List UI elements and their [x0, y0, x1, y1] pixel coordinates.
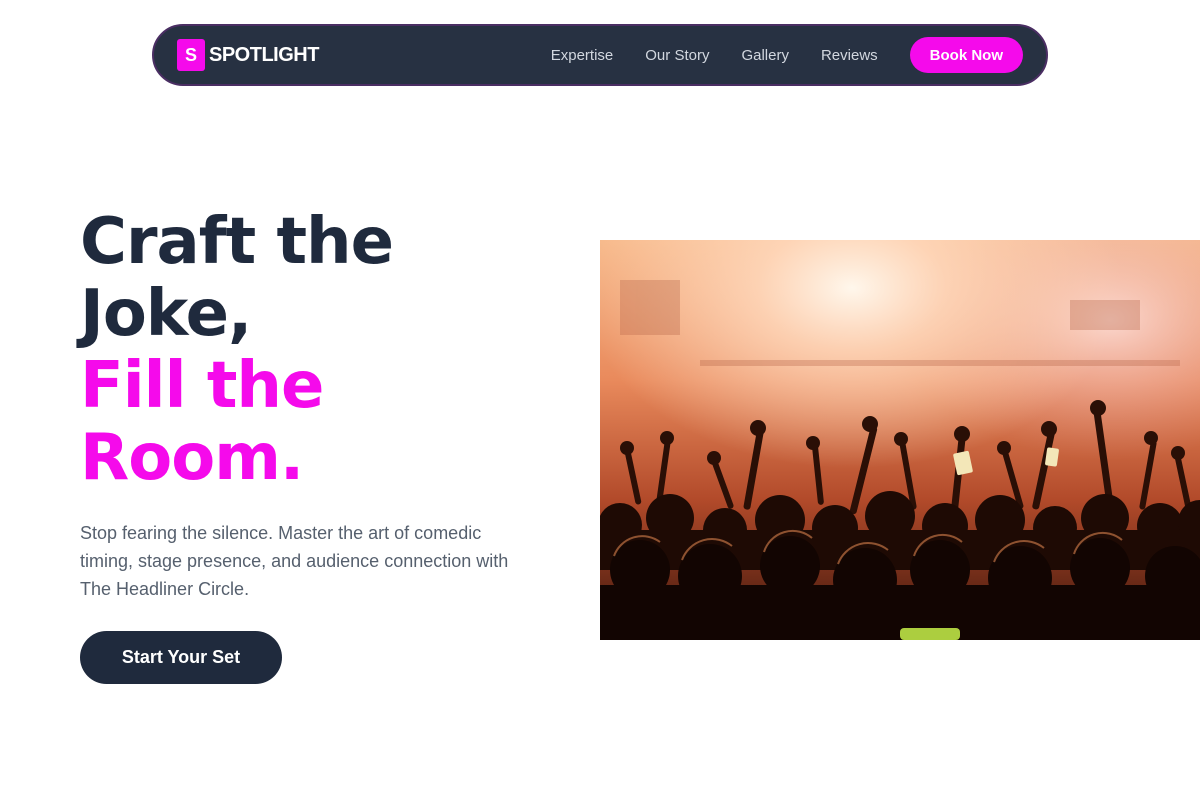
book-now-button[interactable]: Book Now [909, 37, 1023, 73]
headline-line-2: Joke, [80, 277, 252, 351]
nav-link-gallery[interactable]: Gallery [741, 47, 789, 64]
top-navbar: S SPOTLIGHT Expertise Our Story Gallery … [152, 24, 1048, 86]
nav-link-expertise[interactable]: Expertise [551, 47, 614, 64]
hero-description: Stop fearing the silence. Master the art… [80, 523, 509, 599]
landing-page: S SPOTLIGHT Expertise Our Story Gallery … [0, 0, 1200, 800]
nav-links: Expertise Our Story Gallery Reviews [551, 47, 878, 64]
concert-crowd-illustration [600, 240, 1200, 640]
headline-accent-line-2: Room. [80, 421, 304, 495]
hero-headline: Craft the Joke, Fill the Room. [80, 205, 394, 495]
brand-name: SPOTLIGHT [209, 43, 319, 66]
nav-link-our-story[interactable]: Our Story [645, 47, 709, 64]
brand-logo-mark: S [177, 39, 205, 71]
headline-line-1: Craft the [80, 205, 394, 279]
nav-link-reviews[interactable]: Reviews [821, 47, 878, 64]
headline-accent-line-1: Fill the [80, 349, 324, 423]
concert-crowd-image [600, 240, 1200, 640]
brand-logo-link[interactable]: S SPOTLIGHT [177, 39, 319, 71]
start-your-set-button[interactable]: Start Your Set [80, 631, 282, 684]
